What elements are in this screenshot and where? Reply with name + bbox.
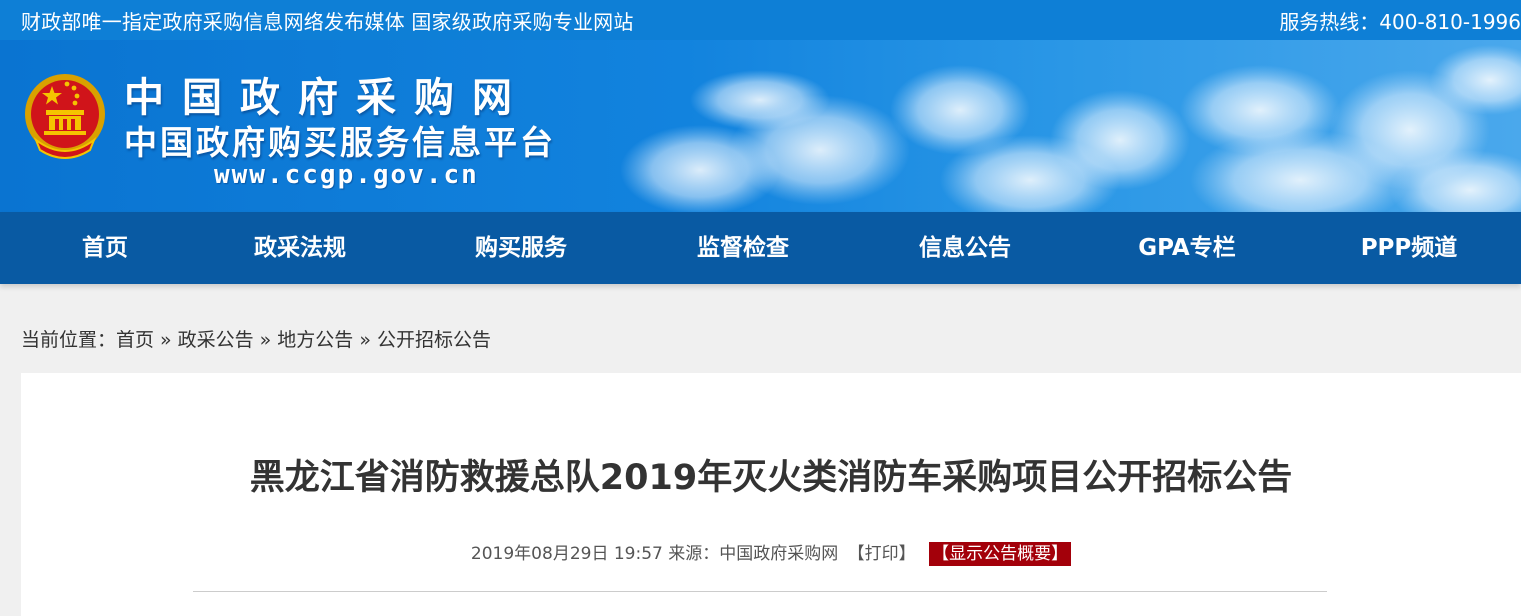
main-nav: 首页 政采法规 购买服务 监督检查 信息公告 GPA专栏 PPP频道 bbox=[0, 212, 1521, 284]
print-link[interactable]: 【打印】 bbox=[848, 544, 916, 564]
nav-item-supervision[interactable]: 监督检查 bbox=[663, 212, 823, 284]
breadcrumb-public-tender[interactable]: 公开招标公告 bbox=[377, 329, 491, 351]
breadcrumb-separator: » bbox=[259, 329, 272, 351]
article-card: 黑龙江省消防救援总队2019年灭火类消防车采购项目公开招标公告 2019年08月… bbox=[21, 373, 1521, 616]
header-banner: 中国政府采购网 中国政府购买服务信息平台 www.ccgp.gov.cn bbox=[0, 40, 1521, 212]
show-summary-button[interactable]: 【显示公告概要】 bbox=[929, 542, 1072, 566]
nav-item-gpa[interactable]: GPA专栏 bbox=[1107, 212, 1267, 284]
breadcrumb: 当前位置：首页» 政采公告» 地方公告» 公开招标公告 bbox=[21, 326, 491, 354]
nav-item-ppp[interactable]: PPP频道 bbox=[1329, 212, 1489, 284]
breadcrumb-procurement-announcements[interactable]: 政采公告 bbox=[178, 329, 254, 351]
nav-item-home[interactable]: 首页 bbox=[25, 212, 185, 284]
site-slogan: 财政部唯一指定政府采购信息网络发布媒体 国家级政府采购专业网站 bbox=[21, 10, 634, 34]
nav-item-announcements[interactable]: 信息公告 bbox=[885, 212, 1045, 284]
service-hotline: 服务热线：400-810-1996 bbox=[1279, 10, 1521, 34]
nav-item-purchase-services[interactable]: 购买服务 bbox=[441, 212, 601, 284]
article-datetime: 2019年08月29日 19:57 bbox=[470, 544, 663, 564]
divider bbox=[193, 591, 1327, 592]
nav-item-regulations[interactable]: 政采法规 bbox=[220, 212, 380, 284]
top-strip: 财政部唯一指定政府采购信息网络发布媒体 国家级政府采购专业网站 服务热线：400… bbox=[0, 0, 1521, 40]
breadcrumb-local-announcements[interactable]: 地方公告 bbox=[277, 329, 353, 351]
breadcrumb-home[interactable]: 首页 bbox=[116, 329, 154, 351]
site-name: 中国政府采购网 bbox=[124, 75, 530, 121]
site-url: www.ccgp.gov.cn bbox=[214, 160, 479, 190]
national-emblem-icon bbox=[25, 74, 105, 159]
site-subtitle: 中国政府购买服务信息平台 bbox=[124, 123, 556, 162]
article-source: 来源：中国政府采购网 bbox=[668, 544, 839, 564]
breadcrumb-prefix: 当前位置： bbox=[21, 329, 117, 351]
article-title: 黑龙江省消防救援总队2019年灭火类消防车采购项目公开招标公告 bbox=[249, 458, 1293, 498]
breadcrumb-separator: » bbox=[359, 329, 371, 351]
article-meta: 2019年08月29日 19:57 来源：中国政府采购网 【打印】 【显示公告概… bbox=[21, 541, 1521, 567]
breadcrumb-separator: » bbox=[160, 329, 172, 351]
